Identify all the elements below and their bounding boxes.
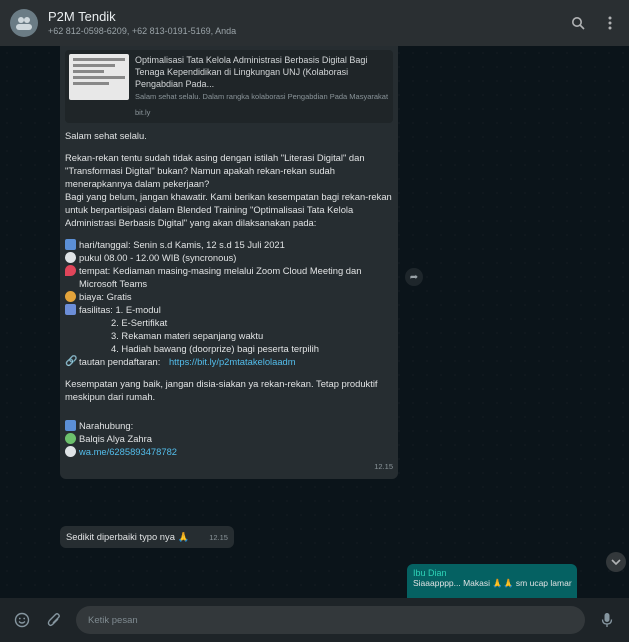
group-avatar-icon[interactable] — [10, 9, 38, 37]
contact-link[interactable]: wa.me/6285893478782 — [79, 445, 177, 458]
chat-members: +62 812-0598-6209, +62 813-0191-5169, An… — [48, 26, 237, 36]
time-line: pukul 08.00 - 12.00 WIB (syncronous) — [65, 251, 393, 264]
contact-name-line: Balqis Alya Zahra — [65, 432, 393, 445]
phone-icon — [65, 420, 76, 431]
scroll-down-icon[interactable] — [606, 552, 626, 572]
facility-item: 3. Rekaman materi sepanjang waktu — [111, 330, 264, 341]
place-line: tempat: Kediaman masing-masing melalui Z… — [65, 264, 393, 290]
message-text: Siaaapppp... Makasi 🙏🙏 sm ucap lamar — [413, 578, 572, 588]
message-input[interactable]: Ketik pesan — [76, 606, 585, 634]
message-bubble[interactable]: Optimalisasi Tata Kelola Administrasi Be… — [60, 46, 398, 479]
message-timestamp: 12.15 — [209, 532, 228, 542]
chat-panel[interactable]: Optimalisasi Tata Kelola Administrasi Be… — [0, 46, 629, 598]
calendar-icon — [65, 239, 76, 250]
incoming-message-bubble[interactable]: Ibu Dian Siaaapppp... Makasi 🙏🙏 sm ucap … — [407, 564, 577, 598]
header-actions — [569, 14, 619, 32]
money-bag-icon — [65, 291, 76, 302]
message-bubble[interactable]: Sedikit diperbaiki typo nya 🙏 12.15 — [60, 526, 234, 548]
facilities-line: fasilitas: 1. E-modul — [65, 303, 393, 316]
link-preview-thumbnail — [69, 54, 129, 100]
registration-line: 🔗 tautan pendaftaran: https://bit.ly/p2mt… — [65, 355, 393, 368]
sender-name: Ibu Dian — [413, 568, 447, 578]
link-icon: 🔗 — [65, 356, 78, 367]
composer-bar: Ketik pesan — [0, 598, 629, 642]
microphone-icon[interactable] — [597, 610, 617, 630]
facility-item: 2. E-Sertifikat — [111, 317, 168, 328]
chat-title: P2M Tendik — [48, 9, 116, 24]
registration-label: tautan pendaftaran: — [79, 356, 161, 367]
attach-icon[interactable] — [44, 610, 64, 630]
search-icon[interactable] — [569, 14, 587, 32]
link-preview-domain: bit.ly — [135, 108, 151, 117]
link-preview-title: Optimalisasi Tata Kelola Administrasi Be… — [135, 55, 368, 89]
pin-icon — [65, 265, 76, 276]
cost-line: biaya: Gratis — [65, 290, 393, 303]
link-preview-desc: Salam sehat selalu. Dalam rangka kolabor… — [135, 92, 389, 101]
chat-header-info[interactable]: P2M Tendik +62 812-0598-6209, +62 813-01… — [48, 9, 569, 37]
forward-icon[interactable]: ➦ — [405, 268, 423, 286]
menu-dots-icon[interactable] — [601, 14, 619, 32]
person-icon — [65, 433, 76, 444]
facility-item: 4. Hadiah bawang (doorprize) bagi pesert… — [111, 343, 319, 354]
speech-bubble-icon — [65, 446, 76, 457]
date-line: hari/tanggal: Senin s.d Kamis, 12 s.d 15… — [65, 238, 393, 251]
clock-icon — [65, 252, 76, 263]
contact-label-line: Narahubung: — [65, 419, 393, 432]
message-text: Sedikit diperbaiki typo nya 🙏 — [66, 531, 190, 542]
greeting-text: Salam sehat selalu. — [65, 130, 147, 141]
link-preview[interactable]: Optimalisasi Tata Kelola Administrasi Be… — [65, 50, 393, 123]
closing-text: Kesempatan yang baik, jangan disia-siaka… — [65, 378, 378, 402]
chat-header: P2M Tendik +62 812-0598-6209, +62 813-01… — [0, 0, 629, 46]
gift-icon — [65, 304, 76, 315]
paragraph-2: Bagi yang belum, jangan khawatir. Kami b… — [65, 191, 392, 228]
registration-link[interactable]: https://bit.ly/p2mtatakelolaadm — [169, 355, 296, 368]
message-timestamp: 12.15 — [374, 462, 393, 471]
contact-link-line: wa.me/6285893478782 — [65, 445, 393, 458]
paragraph-1: Rekan-rekan tentu sudah tidak asing deng… — [65, 152, 365, 189]
emoji-icon[interactable] — [12, 610, 32, 630]
